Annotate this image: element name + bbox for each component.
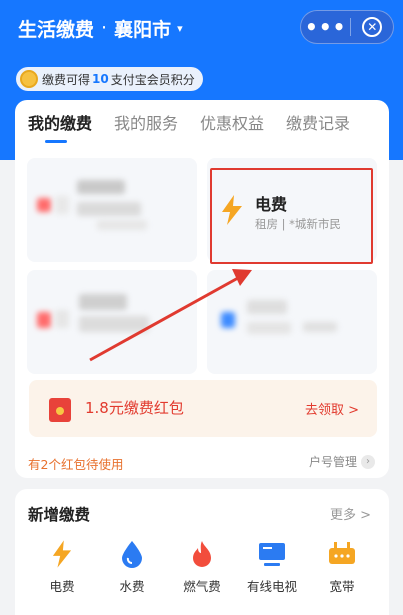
coin-icon xyxy=(20,70,38,88)
points-prefix: 缴费可得 xyxy=(42,72,91,87)
tab-my-services[interactable]: 我的服务 xyxy=(114,113,178,143)
pending-red-packets-link[interactable]: 有2个红包待使用 xyxy=(28,454,123,473)
red-packet-text: 1.8元缴费红包 xyxy=(85,399,184,417)
close-icon[interactable]: ✕ xyxy=(362,17,383,37)
page-title: 生活缴费 xyxy=(18,18,95,41)
red-envelope-icon xyxy=(49,398,71,422)
broadband-icon xyxy=(307,539,377,569)
more-icon[interactable]: ••• xyxy=(301,12,350,42)
blurred-text xyxy=(303,322,337,332)
tab-bar: 我的缴费 我的服务 优惠权益 缴费记录 xyxy=(28,113,350,143)
service-label: 宽带 xyxy=(329,579,355,594)
blurred-block xyxy=(55,196,69,214)
blurred-text xyxy=(77,180,125,194)
blurred-block xyxy=(55,310,69,328)
miniapp-capsule: ••• ✕ xyxy=(300,10,394,44)
points-amount: 10 xyxy=(92,72,109,86)
section-title: 新增缴费 xyxy=(28,506,91,524)
service-label: 水费 xyxy=(119,579,145,594)
service-broadband[interactable]: 宽带 xyxy=(307,539,377,595)
tab-payment-records[interactable]: 缴费记录 xyxy=(286,113,350,143)
account-management-label: 户号管理 xyxy=(308,455,357,469)
city-name[interactable]: 襄阳市 xyxy=(114,15,171,42)
tab-benefits[interactable]: 优惠权益 xyxy=(200,113,264,143)
points-badge[interactable]: 缴费可得 10 支付宝会员积分 xyxy=(16,67,203,91)
lightning-icon xyxy=(27,539,97,569)
points-suffix: 支付宝会员积分 xyxy=(110,72,195,87)
blurred-icon xyxy=(221,312,235,328)
blurred-text xyxy=(77,202,141,216)
bill-tile-blurred-1[interactable] xyxy=(27,158,197,262)
tv-icon xyxy=(237,539,307,569)
more-link[interactable]: 更多 > xyxy=(330,504,371,523)
blurred-text xyxy=(97,220,147,230)
active-tab-indicator xyxy=(45,140,67,143)
close-button[interactable]: ✕ xyxy=(351,17,393,37)
my-payments-card: 我的缴费 我的服务 优惠权益 缴费记录 电费 租房 | *城新市民 1.8元缴费… xyxy=(15,100,389,478)
account-management-link[interactable]: 户号管理 › xyxy=(309,453,375,470)
city-selector[interactable]: 生活缴费 · 襄阳市 ▾ xyxy=(18,12,183,44)
red-packet-banner[interactable]: 1.8元缴费红包 去领取 > xyxy=(29,380,377,437)
blurred-icon xyxy=(37,312,51,328)
bill-tile-blurred-3[interactable] xyxy=(207,270,377,374)
title-separator: · xyxy=(101,17,108,39)
blurred-text xyxy=(247,322,291,334)
claim-button[interactable]: 去领取 > xyxy=(305,399,359,418)
service-gas[interactable]: 燃气费 xyxy=(167,539,237,595)
blurred-text xyxy=(247,300,287,314)
service-water[interactable]: 水费 xyxy=(97,539,167,595)
bill-tile-blurred-2[interactable] xyxy=(27,270,197,374)
chevron-right-icon: › xyxy=(361,454,375,469)
new-payment-card: 新增缴费 更多 > 电费 水费 燃气费 有线电视 宽带 xyxy=(15,489,389,615)
service-label: 电费 xyxy=(49,579,75,594)
service-electricity[interactable]: 电费 xyxy=(27,539,97,595)
annotation-highlight-box xyxy=(210,168,373,264)
flame-icon xyxy=(167,539,237,569)
blurred-icon xyxy=(37,198,51,212)
blurred-text xyxy=(79,294,127,310)
chevron-down-icon[interactable]: ▾ xyxy=(177,22,183,35)
service-label: 有线电视 xyxy=(246,579,297,594)
service-cable-tv[interactable]: 有线电视 xyxy=(237,539,307,595)
service-label: 燃气费 xyxy=(183,579,221,594)
tab-my-payments[interactable]: 我的缴费 xyxy=(28,113,92,143)
water-drop-icon xyxy=(97,539,167,569)
blurred-text xyxy=(79,316,149,332)
